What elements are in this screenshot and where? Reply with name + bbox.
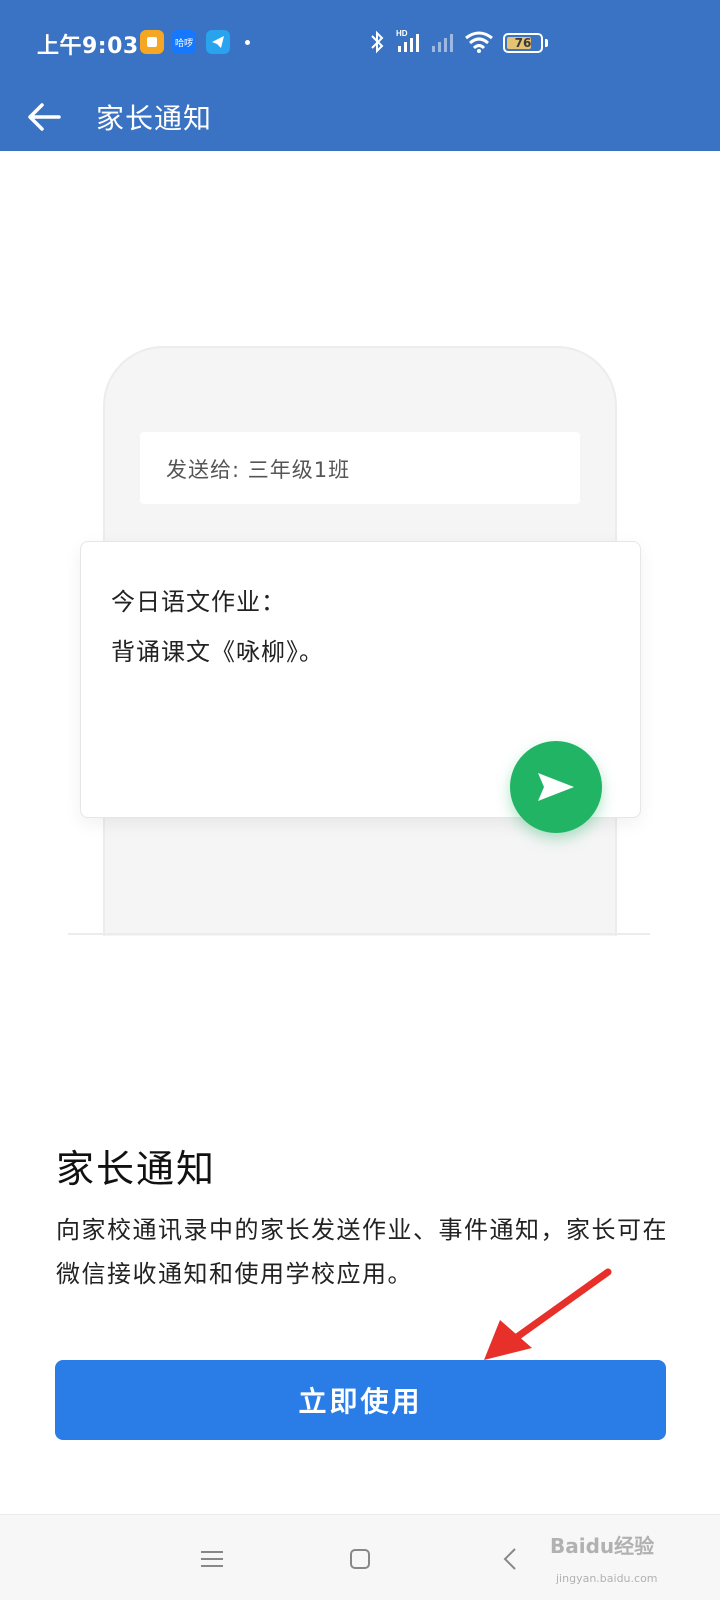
home-icon bbox=[350, 1549, 370, 1569]
status-time: 上午9:03 bbox=[37, 34, 139, 59]
arrow-left-icon bbox=[28, 103, 61, 131]
send-icon bbox=[538, 773, 574, 801]
notes-app-icon bbox=[140, 30, 164, 54]
signal-icon bbox=[432, 34, 453, 52]
notification-dot bbox=[245, 40, 250, 45]
recipient-box: 发送给: 三年级1班 bbox=[140, 432, 580, 504]
status-bar: 上午9:03 哈啰 HD 76 bbox=[0, 0, 720, 85]
telegram-icon bbox=[206, 30, 230, 54]
nav-home-button[interactable] bbox=[338, 1537, 382, 1581]
signal-hd-icon: HD bbox=[396, 29, 419, 52]
message-line-2: 背诵课文《咏柳》。 bbox=[111, 638, 324, 666]
recipient-text: 发送给: 三年级1班 bbox=[166, 458, 351, 482]
battery-tip bbox=[545, 39, 548, 47]
back-icon bbox=[503, 1548, 516, 1570]
battery-level: 76 bbox=[514, 36, 532, 50]
back-button[interactable] bbox=[18, 91, 70, 143]
nav-back-button[interactable] bbox=[488, 1537, 532, 1581]
bluetooth-icon bbox=[371, 30, 384, 54]
annotation-arrow-icon bbox=[484, 1268, 612, 1360]
app-bar: 家长通知 bbox=[0, 85, 720, 151]
feature-title: 家长通知 bbox=[56, 1147, 217, 1191]
message-line-1: 今日语文作业： bbox=[111, 588, 286, 616]
page-title: 家长通知 bbox=[96, 102, 213, 135]
nav-menu-button[interactable] bbox=[190, 1537, 234, 1581]
wifi-icon bbox=[465, 31, 493, 53]
hello-app-icon: 哈啰 bbox=[172, 30, 196, 54]
baidu-watermark: Baidu经验 bbox=[550, 1534, 655, 1558]
use-now-button[interactable]: 立即使用 bbox=[55, 1360, 666, 1440]
illustration-baseline bbox=[68, 933, 650, 935]
baidu-watermark-url: jingyan.baidu.com bbox=[556, 1572, 658, 1585]
send-button-illustration bbox=[510, 741, 602, 833]
menu-icon bbox=[201, 1551, 223, 1567]
svg-text:HD: HD bbox=[396, 29, 408, 38]
